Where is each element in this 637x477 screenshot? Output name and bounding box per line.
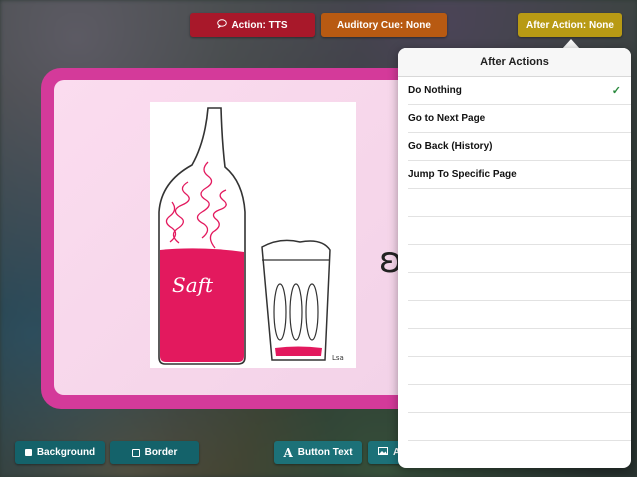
- list-item-label: Jump To Specific Page: [408, 169, 517, 180]
- popover-title: After Actions: [398, 48, 631, 77]
- auditory-cue-button[interactable]: Auditory Cue: None: [321, 13, 447, 37]
- empty-row: [408, 385, 631, 413]
- auditory-cue-button-label: Auditory Cue: None: [337, 19, 431, 31]
- drawing-label: Saft: [172, 273, 214, 297]
- empty-row: [408, 245, 631, 273]
- after-action-jump-to-page[interactable]: Jump To Specific Page: [408, 161, 631, 189]
- after-actions-popover: After Actions Do Nothing ✓ Go to Next Pa…: [398, 48, 631, 468]
- empty-row: [408, 217, 631, 245]
- artist-signature: Lsa: [332, 354, 344, 362]
- empty-row: [408, 329, 631, 357]
- empty-row: [408, 273, 631, 301]
- list-item-label: Go to Next Page: [408, 113, 486, 124]
- empty-row: [408, 301, 631, 329]
- filled-square-icon: [24, 449, 32, 456]
- bottle-and-glass-drawing: Saft Lsa: [150, 102, 356, 368]
- border-button-label: Border: [144, 447, 178, 458]
- after-action-button[interactable]: After Action: None: [518, 13, 622, 37]
- after-action-do-nothing[interactable]: Do Nothing ✓: [408, 77, 631, 105]
- outline-square-icon: [131, 448, 140, 457]
- after-action-next-page[interactable]: Go to Next Page: [408, 105, 631, 133]
- image-icon: [378, 447, 388, 458]
- list-item-label: Do Nothing: [408, 85, 462, 96]
- button-text-button[interactable]: A Button Text: [274, 441, 362, 464]
- empty-row: [408, 189, 631, 217]
- action-button-label: Action: TTS: [231, 19, 288, 31]
- text-font-icon: A: [283, 445, 293, 460]
- empty-row: [408, 357, 631, 385]
- border-button[interactable]: Border: [110, 441, 199, 464]
- after-action-button-label: After Action: None: [526, 19, 614, 31]
- background-button[interactable]: Background: [15, 441, 105, 464]
- action-button[interactable]: Action: TTS: [190, 13, 315, 37]
- empty-row: [408, 441, 631, 468]
- empty-row: [408, 413, 631, 441]
- speech-bubble-icon: [217, 19, 228, 31]
- button-card-face: Saft Lsa ʚ: [54, 80, 449, 395]
- background-button-label: Background: [36, 447, 96, 458]
- after-action-go-back[interactable]: Go Back (History): [408, 133, 631, 161]
- checkmark-icon: ✓: [611, 85, 621, 97]
- list-item-label: Go Back (History): [408, 141, 493, 152]
- button-text-button-label: Button Text: [297, 447, 353, 458]
